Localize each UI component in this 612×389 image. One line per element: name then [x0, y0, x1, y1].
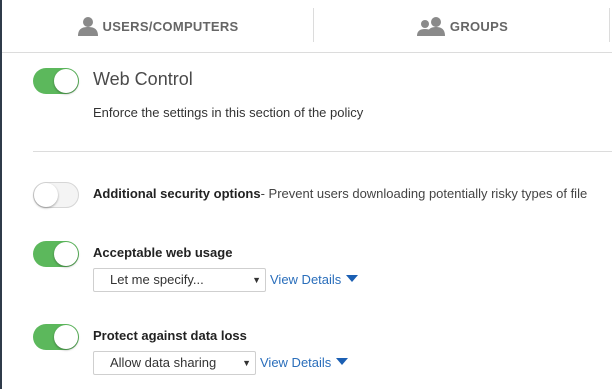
- toggle-knob: [54, 325, 78, 349]
- tab-users-computers-label: USERS/COMPUTERS: [102, 18, 239, 34]
- section-title: Web Control: [93, 69, 193, 89]
- tab-bar: USERS/COMPUTERS GROUPS: [2, 0, 612, 53]
- acceptable-web-usage-title: Acceptable web usage: [93, 245, 233, 260]
- acceptable-web-usage-view-details[interactable]: View Details: [270, 272, 359, 287]
- protect-data-loss-toggle[interactable]: [33, 324, 79, 350]
- acceptable-web-usage-label: Acceptable web usage: [93, 245, 232, 260]
- additional-security-toggle[interactable]: [33, 182, 79, 208]
- toggle-knob: [34, 183, 58, 207]
- left-rail: [0, 0, 2, 389]
- view-details-label: View Details: [270, 272, 342, 287]
- additional-security-label: Additional security options- Prevent use…: [93, 186, 587, 201]
- section-description: Enforce the settings in this section of …: [93, 105, 364, 120]
- protect-data-loss-select[interactable]: Allow data sharing ▼: [93, 351, 256, 375]
- chevron-down-icon: ▼: [242, 358, 251, 368]
- additional-security-description: - Prevent users downloading potentially …: [260, 186, 588, 201]
- chevron-down-icon: ▼: [252, 275, 261, 285]
- caret-down-icon: [346, 275, 359, 283]
- acceptable-web-usage-toggle[interactable]: [33, 241, 79, 267]
- toggle-knob: [54, 242, 78, 266]
- protect-data-loss-view-details[interactable]: View Details: [260, 355, 349, 370]
- caret-down-icon: [336, 358, 349, 366]
- web-control-toggle[interactable]: [33, 68, 79, 94]
- group-icon: [416, 15, 446, 37]
- section-divider: [33, 151, 612, 152]
- tab-users-computers[interactable]: USERS/COMPUTERS: [2, 0, 313, 52]
- protect-data-loss-select-value: Allow data sharing: [110, 355, 217, 370]
- view-details-label: View Details: [260, 355, 332, 370]
- additional-security-title: Additional security options: [93, 186, 261, 201]
- protect-data-loss-title: Protect against data loss: [93, 328, 247, 343]
- tab-groups[interactable]: GROUPS: [314, 0, 610, 52]
- user-icon: [77, 15, 99, 37]
- tab-groups-label: GROUPS: [449, 18, 509, 34]
- tab-divider-right: [609, 8, 610, 42]
- acceptable-web-usage-select-value: Let me specify...: [110, 272, 204, 287]
- protect-data-loss-label: Protect against data loss: [93, 328, 247, 343]
- acceptable-web-usage-select[interactable]: Let me specify... ▼: [93, 268, 266, 292]
- toggle-knob: [54, 69, 78, 93]
